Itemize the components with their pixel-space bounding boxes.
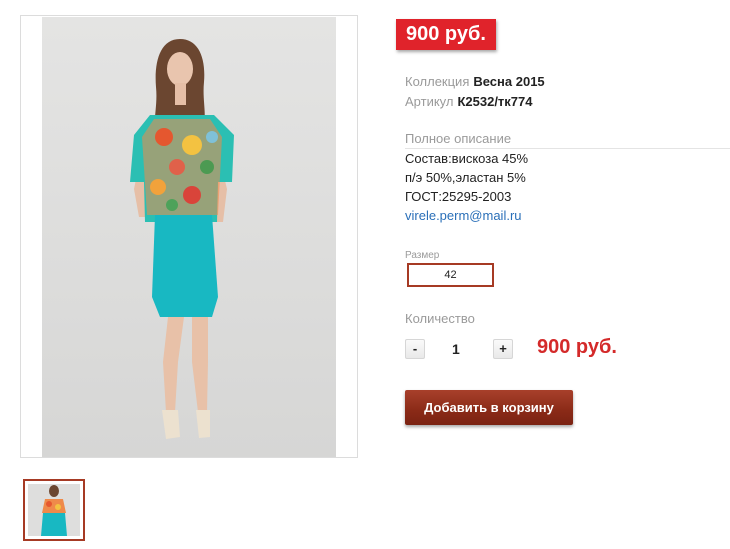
- thumbnail-photo: [28, 484, 80, 536]
- email-link[interactable]: virele.perm@mail.ru: [405, 208, 522, 223]
- thumbnail[interactable]: [23, 479, 85, 541]
- description-line: ГОСТ:25295-2003: [405, 189, 512, 204]
- article-value: К2532/тк774: [457, 94, 533, 109]
- size-label: Размер: [405, 250, 440, 261]
- article-label: Артикул: [405, 94, 454, 109]
- description-line: Состав:вискоза 45%: [405, 151, 529, 166]
- add-to-cart-button[interactable]: Добавить в корзину: [405, 390, 573, 425]
- collection-value: Весна 2015: [473, 74, 545, 89]
- product-photo[interactable]: [42, 17, 336, 457]
- description-header: Полное описание: [405, 131, 730, 149]
- quantity-value[interactable]: 1: [452, 341, 460, 357]
- quantity-label: Количество: [405, 311, 475, 326]
- article-row: Артикул К2532/тк774: [405, 94, 533, 109]
- collection-row: Коллекция Весна 2015: [405, 74, 545, 89]
- quantity-plus-button[interactable]: +: [493, 339, 513, 359]
- collection-label: Коллекция: [405, 74, 470, 89]
- model-figure: [130, 39, 234, 439]
- product-image-frame[interactable]: [20, 15, 358, 458]
- thumbnail-figure: [41, 485, 67, 536]
- price-badge: 900 руб.: [396, 19, 496, 50]
- total-price: 900 руб.: [537, 336, 617, 358]
- size-option-42[interactable]: 42: [407, 263, 494, 287]
- email-line: virele.perm@mail.ru: [405, 208, 522, 223]
- quantity-minus-button[interactable]: -: [405, 339, 425, 359]
- description-line: п/э 50%,эластан 5%: [405, 170, 526, 185]
